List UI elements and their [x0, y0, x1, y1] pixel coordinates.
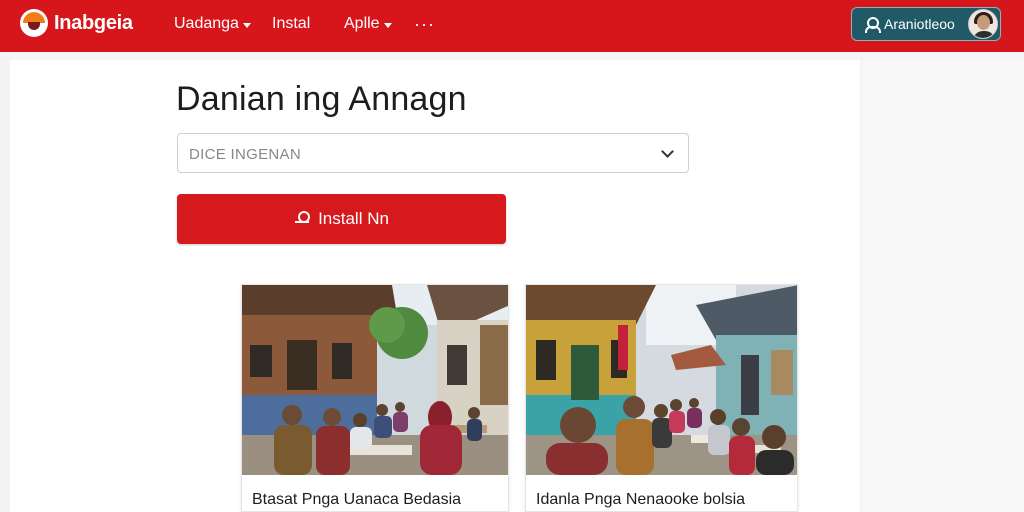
nav-item-label: Instal: [272, 15, 311, 32]
nav-item-label: Aplle: [344, 15, 380, 32]
brand-name: Inabgeia: [54, 11, 133, 34]
card-image-village-market-1: [242, 285, 508, 475]
side-panel: [862, 60, 1024, 512]
nav-item-uadanga[interactable]: Uadanga: [174, 15, 251, 33]
logo-icon: [20, 9, 48, 37]
install-button-label: Install Nn: [318, 209, 389, 228]
user-name: Araniotleoo: [884, 16, 955, 32]
avatar-body: [973, 31, 995, 38]
select-value: DICE INGENAN: [189, 146, 301, 163]
caret-down-icon: [242, 22, 251, 28]
nav-item-label: Uadanga: [174, 15, 239, 32]
card-image-village-market-2: [526, 285, 797, 475]
install-button[interactable]: Install Nn: [177, 194, 506, 244]
user-icon: [864, 17, 881, 33]
install-icon: [294, 211, 311, 227]
language-select[interactable]: DICE INGENAN: [177, 133, 689, 173]
nav-item-instal[interactable]: Instal: [272, 15, 310, 33]
avatar-face: [977, 15, 990, 30]
page-title: Danian ing Annagn: [176, 80, 467, 118]
village-market-photo: [526, 285, 797, 475]
avatar[interactable]: [968, 9, 998, 39]
caret-down-icon: [383, 22, 392, 28]
village-market-photo: [242, 285, 508, 475]
nav-item-aplle[interactable]: Aplle: [344, 15, 392, 33]
image-card-1[interactable]: Btasat Pnga Uanaca Bedasia: [241, 284, 509, 512]
top-navigation-bar: Inabgeia Uadanga Instal Aplle ··· Aranio…: [0, 0, 1024, 52]
user-account-button[interactable]: Araniotleoo: [851, 7, 1001, 41]
image-card-2[interactable]: Idanla Pnga Nenaooke bolsia: [525, 284, 798, 512]
more-menu-icon[interactable]: ···: [414, 14, 435, 35]
card-caption: Btasat Pnga Uanaca Bedasia: [252, 491, 462, 508]
brand-logo[interactable]: Inabgeia: [20, 9, 133, 37]
card-caption: Idanla Pnga Nenaooke bolsia: [536, 491, 746, 508]
chevron-down-icon: [661, 145, 674, 158]
